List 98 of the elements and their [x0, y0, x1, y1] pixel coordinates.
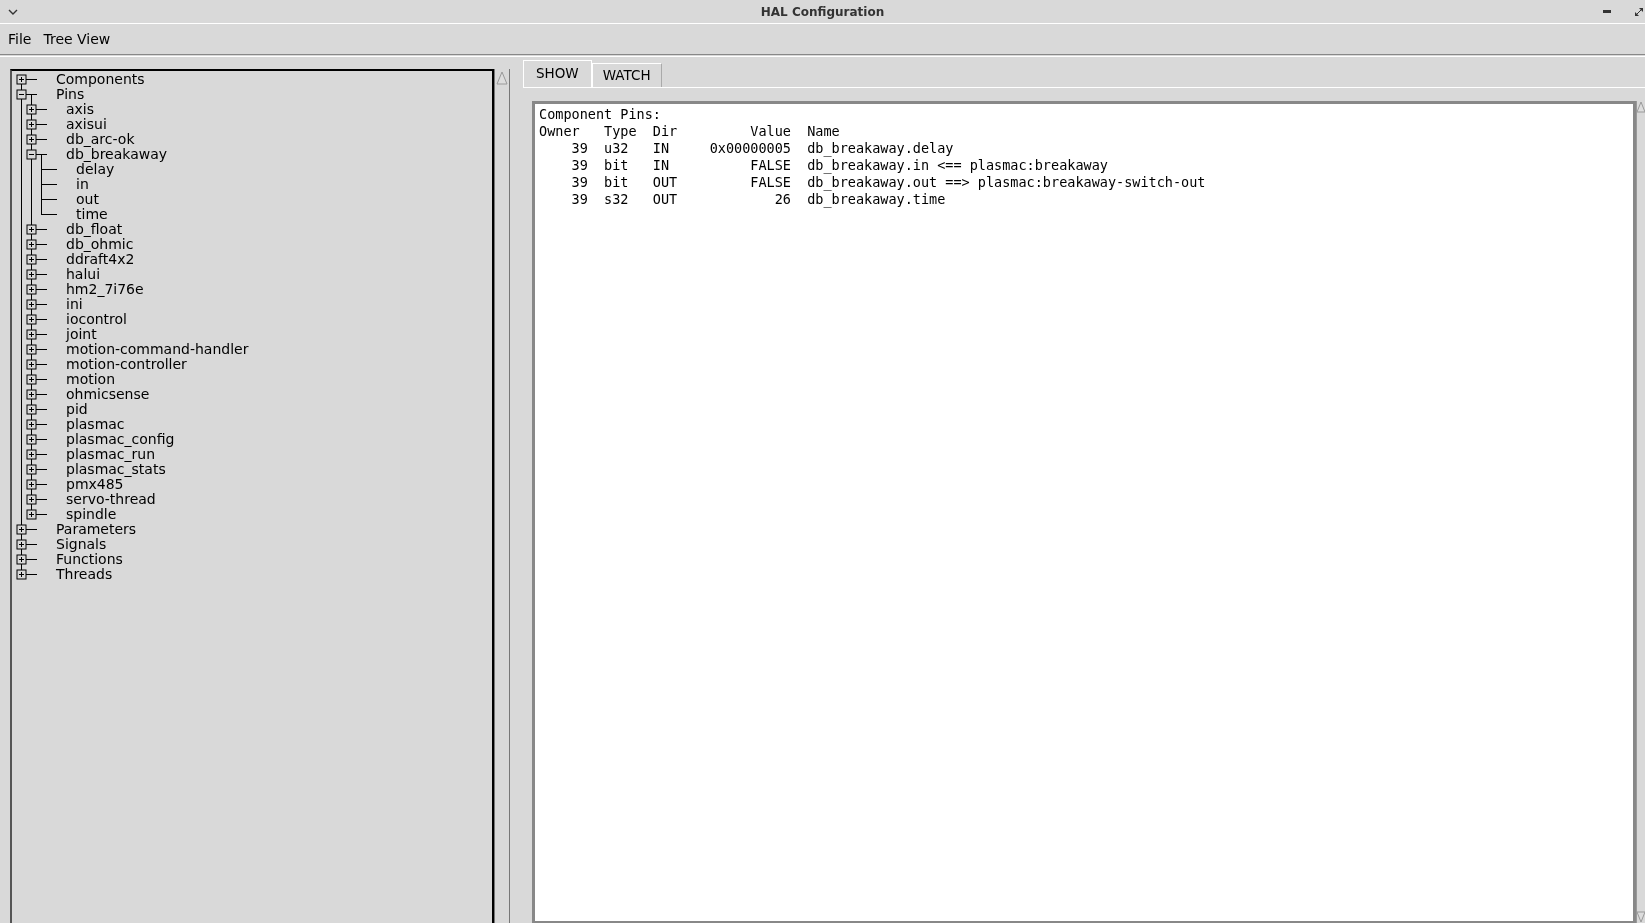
expand-icon[interactable]: [26, 269, 37, 280]
table-cell-text: 39: [570, 140, 588, 157]
tree-item[interactable]: ini: [66, 297, 83, 312]
tab[interactable]: WATCH: [591, 63, 662, 87]
tree-item[interactable]: db_ohmic: [66, 237, 134, 252]
table-cell-text: 0x00000005: [708, 140, 791, 157]
table-cell-text: 39: [570, 157, 588, 174]
table-cell-text: db_breakaway.time: [807, 191, 947, 208]
column-header: Type: [604, 123, 637, 140]
maximize-icon[interactable]: [1635, 7, 1643, 16]
expand-icon[interactable]: [26, 374, 37, 385]
tree-item[interactable]: out: [76, 192, 99, 207]
expand-icon[interactable]: [16, 74, 27, 85]
tree-item[interactable]: axisui: [66, 117, 107, 132]
tree-item[interactable]: ddraft4x2: [66, 252, 135, 267]
expand-icon[interactable]: [26, 404, 37, 415]
table-cell-text: bit: [604, 157, 630, 174]
column-header: Value: [749, 123, 791, 140]
tree-item[interactable]: db_float: [66, 222, 123, 237]
table-cell-text: bit: [604, 174, 630, 191]
expand-icon[interactable]: [26, 479, 37, 490]
table-cell-text: 39: [570, 191, 588, 208]
table-cell-text: FALSE: [749, 157, 791, 174]
expand-icon[interactable]: [26, 419, 37, 430]
table-cell-text: 26: [773, 191, 791, 208]
tree-item[interactable]: pmx485: [66, 477, 124, 492]
tree-item[interactable]: in: [76, 177, 89, 192]
table-cell-text: FALSE: [749, 174, 791, 191]
tree-item[interactable]: spindle: [66, 507, 117, 522]
tree-item[interactable]: plasmac_run: [66, 447, 156, 462]
expand-icon[interactable]: [26, 224, 37, 235]
expand-icon[interactable]: [26, 449, 37, 460]
expand-icon[interactable]: [26, 254, 37, 265]
expand-icon[interactable]: [26, 119, 37, 130]
table-cell-text: s32: [604, 191, 630, 208]
tree-item[interactable]: delay: [76, 162, 115, 177]
expand-icon[interactable]: [16, 539, 27, 550]
expand-icon[interactable]: [26, 104, 37, 115]
expand-icon[interactable]: [26, 494, 37, 505]
expand-icon[interactable]: [26, 329, 37, 340]
output-heading: Component Pins:: [539, 106, 662, 123]
table-cell: db_breakaway.out ==> plasmac:breakaway-switch-out: [807, 174, 1206, 191]
expand-icon[interactable]: [26, 464, 37, 475]
table-cell-text: 39: [570, 174, 588, 191]
tree-item[interactable]: pid: [66, 402, 88, 417]
expand-icon[interactable]: [16, 524, 27, 535]
tree-item[interactable]: plasmac: [66, 417, 125, 432]
tree-item[interactable]: plasmac_stats: [66, 462, 166, 477]
expand-icon[interactable]: [26, 509, 37, 520]
expand-icon[interactable]: [26, 359, 37, 370]
column-header: Owner: [539, 123, 581, 140]
tree-item[interactable]: motion-controller: [66, 357, 187, 372]
expand-icon[interactable]: [26, 434, 37, 445]
table-cell: OUT: [652, 174, 678, 191]
tree-item[interactable]: Pins: [56, 87, 85, 102]
menu-chevron-icon[interactable]: [8, 8, 18, 15]
tree-item[interactable]: Functions: [56, 552, 123, 567]
expand-icon[interactable]: [16, 569, 27, 580]
expand-icon[interactable]: [26, 134, 37, 145]
tab[interactable]: SHOW: [523, 60, 592, 87]
menu-item[interactable]: Tree View: [43, 29, 111, 49]
expand-icon[interactable]: [26, 344, 37, 355]
tree-item[interactable]: iocontrol: [66, 312, 127, 327]
expand-icon[interactable]: [26, 299, 37, 310]
table-cell: OUT: [652, 191, 678, 208]
collapse-icon[interactable]: [26, 149, 37, 160]
expand-icon[interactable]: [26, 389, 37, 400]
tree-item[interactable]: db_arc-ok: [66, 132, 135, 147]
tree-item[interactable]: time: [76, 207, 108, 222]
column-header: Dir: [652, 123, 678, 140]
expand-icon[interactable]: [26, 284, 37, 295]
tree-item[interactable]: Parameters: [56, 522, 137, 537]
tree-item[interactable]: servo-thread: [66, 492, 156, 507]
tree-item[interactable]: axis: [66, 102, 95, 117]
table-cell-text: db_breakaway.delay: [807, 140, 955, 157]
expand-icon[interactable]: [16, 554, 27, 565]
tree-item[interactable]: joint: [66, 327, 97, 342]
menu-item[interactable]: File: [8, 29, 32, 49]
table-cell-text: u32: [604, 140, 630, 157]
table-cell-text: IN: [652, 140, 671, 157]
column-header: Name: [807, 123, 841, 140]
tree-item[interactable]: hm2_7i76e: [66, 282, 144, 297]
tree-item[interactable]: motion: [66, 372, 116, 387]
tree-item[interactable]: motion-command-handler: [66, 342, 249, 357]
tree-item[interactable]: db_breakaway: [66, 147, 168, 162]
scrollbar[interactable]: [494, 69, 510, 923]
table-cell-text: IN: [652, 157, 671, 174]
tree-item[interactable]: Threads: [56, 567, 113, 582]
expand-icon[interactable]: [26, 314, 37, 325]
tree-item[interactable]: halui: [66, 267, 101, 282]
table-cell-text: db_breakaway.in <== plasmac:breakaway: [807, 157, 1109, 174]
tree-item[interactable]: Signals: [56, 537, 107, 552]
tree-item[interactable]: plasmac_config: [66, 432, 175, 447]
collapse-icon[interactable]: [16, 89, 27, 100]
tree-item[interactable]: Components: [56, 72, 145, 87]
tree-item[interactable]: ohmicsense: [66, 387, 150, 402]
expand-icon[interactable]: [26, 239, 37, 250]
window-title: HAL Configuration: [760, 4, 885, 19]
